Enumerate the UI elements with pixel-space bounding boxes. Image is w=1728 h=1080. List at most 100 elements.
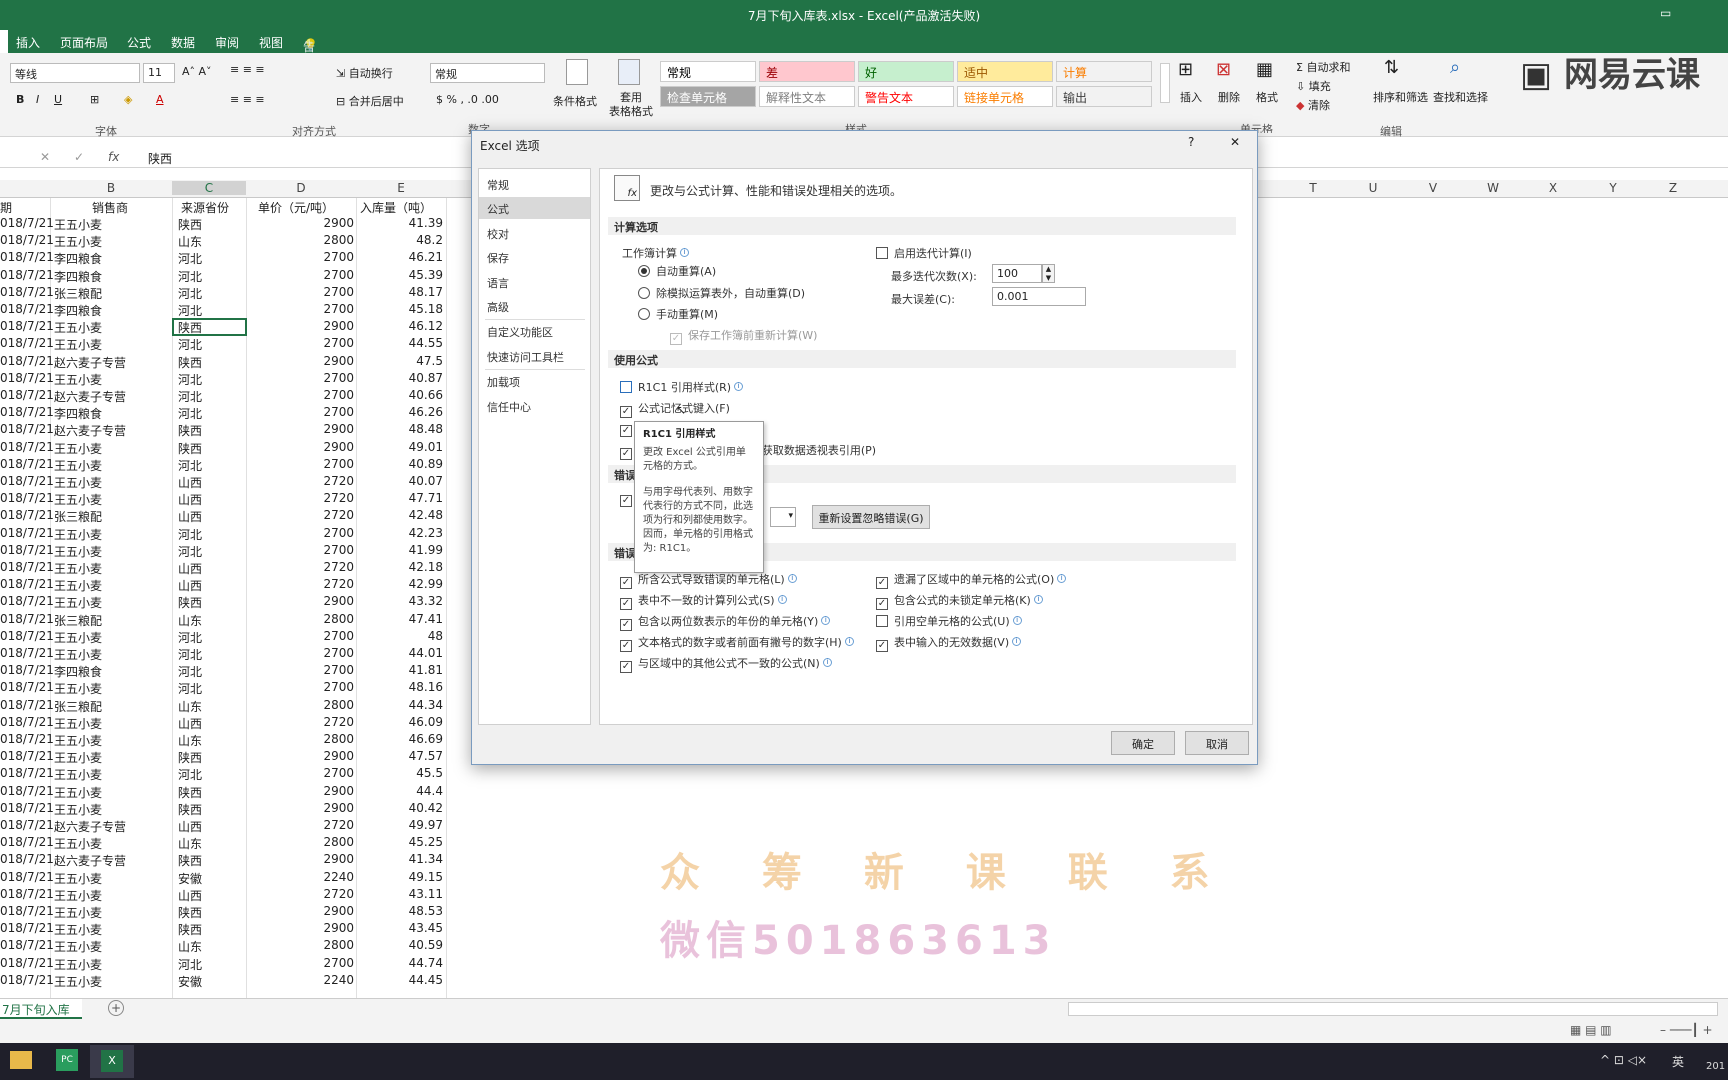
table-cell[interactable]: 2800 xyxy=(246,698,354,712)
table-cell[interactable]: 018/7/21 xyxy=(0,440,54,454)
table-cell[interactable]: 2240 xyxy=(246,870,354,884)
file-tab-edge[interactable] xyxy=(0,30,8,53)
table-cell[interactable]: 2700 xyxy=(246,302,354,316)
radio-auto-calc[interactable]: 自动重算(A) xyxy=(638,263,716,279)
table-cell[interactable]: 山西 xyxy=(178,508,202,525)
table-cell[interactable]: 49.97 xyxy=(356,818,443,832)
table-cell[interactable]: 40.89 xyxy=(356,457,443,471)
table-cell[interactable]: 山西 xyxy=(178,560,202,577)
table-cell[interactable]: 王五小麦 xyxy=(54,543,102,560)
cell-style-3[interactable]: 适中 xyxy=(957,61,1053,82)
rule-text-numbers-checkbox[interactable]: ✓ 文本格式的数字或者前面有撇号的数字(H) i xyxy=(620,634,854,652)
table-cell[interactable]: 河北 xyxy=(178,388,202,405)
table-cell[interactable]: 42.99 xyxy=(356,577,443,591)
table-cell[interactable]: 陕西 xyxy=(178,784,202,801)
table-cell[interactable]: 48.2 xyxy=(356,233,443,247)
table-cell[interactable]: 王五小麦 xyxy=(54,766,102,783)
table-cell[interactable]: 张三粮配 xyxy=(54,285,102,302)
rule-empty-refs-checkbox[interactable]: 引用空单元格的公式(U) i xyxy=(876,613,1022,629)
table-cell[interactable]: 安徽 xyxy=(178,973,202,990)
table-cell[interactable]: 陕西 xyxy=(178,921,202,938)
table-cell[interactable]: 赵六麦子专营 xyxy=(54,818,126,835)
cell-style-7[interactable]: 警告文本 xyxy=(858,86,954,107)
rule-inconsistent-column-checkbox[interactable]: ✓ 表中不一致的计算列公式(S) i xyxy=(620,592,787,610)
active-cell[interactable] xyxy=(172,318,247,336)
table-cell[interactable]: 河北 xyxy=(178,285,202,302)
table-cell[interactable]: 018/7/21 xyxy=(0,268,54,282)
table-cell[interactable]: 陕西 xyxy=(178,801,202,818)
table-cell[interactable]: 陕西 xyxy=(178,904,202,921)
table-cell[interactable]: 山东 xyxy=(178,938,202,955)
cancel-icon[interactable]: ✕ xyxy=(40,150,50,164)
table-cell[interactable]: 王五小麦 xyxy=(54,440,102,457)
table-cell[interactable]: 王五小麦 xyxy=(54,887,102,904)
rule-unlocked-cells-checkbox[interactable]: ✓ 包含公式的未锁定单元格(K) i xyxy=(876,592,1043,610)
table-cell[interactable]: 018/7/21 xyxy=(0,216,54,230)
table-cell[interactable]: 2700 xyxy=(246,629,354,643)
cell-style-6[interactable]: 解释性文本 xyxy=(759,86,855,107)
table-cell[interactable]: 王五小麦 xyxy=(54,904,102,921)
table-cell[interactable]: 王五小麦 xyxy=(54,457,102,474)
font-size-box[interactable]: 11 xyxy=(143,63,175,83)
table-cell[interactable]: 2700 xyxy=(246,646,354,660)
table-cell[interactable]: 44.74 xyxy=(356,956,443,970)
table-cell[interactable]: 河北 xyxy=(178,663,202,680)
tray-icons[interactable]: ^ ⊡ ◁× xyxy=(1600,1053,1647,1067)
table-cell[interactable]: 王五小麦 xyxy=(54,973,102,990)
table-cell[interactable]: 河北 xyxy=(178,680,202,697)
table-cell[interactable]: 陕西 xyxy=(178,852,202,869)
table-cell[interactable]: 王五小麦 xyxy=(54,629,102,646)
wrap-text-button[interactable]: ⇲ 自动换行 xyxy=(336,65,393,81)
table-cell[interactable]: 2720 xyxy=(246,508,354,522)
table-cell[interactable]: 018/7/21 xyxy=(0,887,54,901)
table-cell[interactable]: 018/7/21 xyxy=(0,371,54,385)
table-cell[interactable]: 王五小麦 xyxy=(54,594,102,611)
table-cell[interactable]: 2720 xyxy=(246,474,354,488)
table-cell[interactable]: 43.45 xyxy=(356,921,443,935)
table-cell[interactable]: 46.09 xyxy=(356,715,443,729)
table-cell[interactable]: 河北 xyxy=(178,268,202,285)
table-cell[interactable]: 河北 xyxy=(178,629,202,646)
iterations-spinner[interactable]: ▲ ▼ xyxy=(1042,264,1055,283)
table-cell[interactable]: 王五小麦 xyxy=(54,715,102,732)
table-cell[interactable]: 018/7/21 xyxy=(0,956,54,970)
table-cell[interactable]: 王五小麦 xyxy=(54,749,102,766)
table-cell[interactable]: 2700 xyxy=(246,663,354,677)
table-cell[interactable]: 李四粮食 xyxy=(54,302,102,319)
cancel-button[interactable]: 取消 xyxy=(1185,731,1249,755)
table-cell[interactable]: 陕西 xyxy=(178,594,202,611)
r1c1-checkbox[interactable]: R1C1 引用样式(R) i xyxy=(620,379,744,395)
table-cell[interactable]: 2800 xyxy=(246,938,354,952)
table-cell[interactable]: 018/7/21 xyxy=(0,938,54,952)
table-cell[interactable]: 张三粮配 xyxy=(54,612,102,629)
rule-invalid-data-checkbox[interactable]: ✓ 表中输入的无效数据(V) i xyxy=(876,634,1022,652)
table-cell[interactable]: 018/7/21 xyxy=(0,766,54,780)
table-cell[interactable]: 山西 xyxy=(178,818,202,835)
table-cell[interactable]: 王五小麦 xyxy=(54,233,102,250)
table-cell[interactable]: 018/7/21 xyxy=(0,336,54,350)
table-cell[interactable]: 47.71 xyxy=(356,491,443,505)
table-cell[interactable]: 2720 xyxy=(246,715,354,729)
table-cell[interactable]: 41.39 xyxy=(356,216,443,230)
table-cell[interactable]: 王五小麦 xyxy=(54,371,102,388)
table-cell[interactable]: 018/7/21 xyxy=(0,646,54,660)
table-cell[interactable]: 47.57 xyxy=(356,749,443,763)
table-cell[interactable]: 安徽 xyxy=(178,870,202,887)
clock[interactable]: 201 xyxy=(1706,1061,1725,1072)
autosum-button[interactable]: Σ 自动求和 xyxy=(1296,59,1350,75)
table-cell[interactable]: 河北 xyxy=(178,766,202,783)
error-color-dropdown[interactable]: ▾ xyxy=(770,507,796,527)
table-cell[interactable]: 018/7/21 xyxy=(0,474,54,488)
table-cell[interactable]: 018/7/21 xyxy=(0,250,54,264)
header-seller[interactable]: 销售商 xyxy=(92,199,128,216)
iterative-calc-checkbox[interactable]: 启用迭代计算(I) xyxy=(876,245,972,261)
table-cell[interactable]: 45.39 xyxy=(356,268,443,282)
table-cell[interactable]: 陕西 xyxy=(178,354,202,371)
table-cell[interactable]: 河北 xyxy=(178,543,202,560)
table-cell[interactable]: 2720 xyxy=(246,818,354,832)
table-cell[interactable]: 018/7/21 xyxy=(0,457,54,471)
horizontal-scrollbar[interactable] xyxy=(1068,1002,1718,1016)
header-date[interactable]: 期 xyxy=(0,199,12,216)
table-cell[interactable]: 45.18 xyxy=(356,302,443,316)
header-qty[interactable]: 入库量（吨） xyxy=(360,199,432,216)
